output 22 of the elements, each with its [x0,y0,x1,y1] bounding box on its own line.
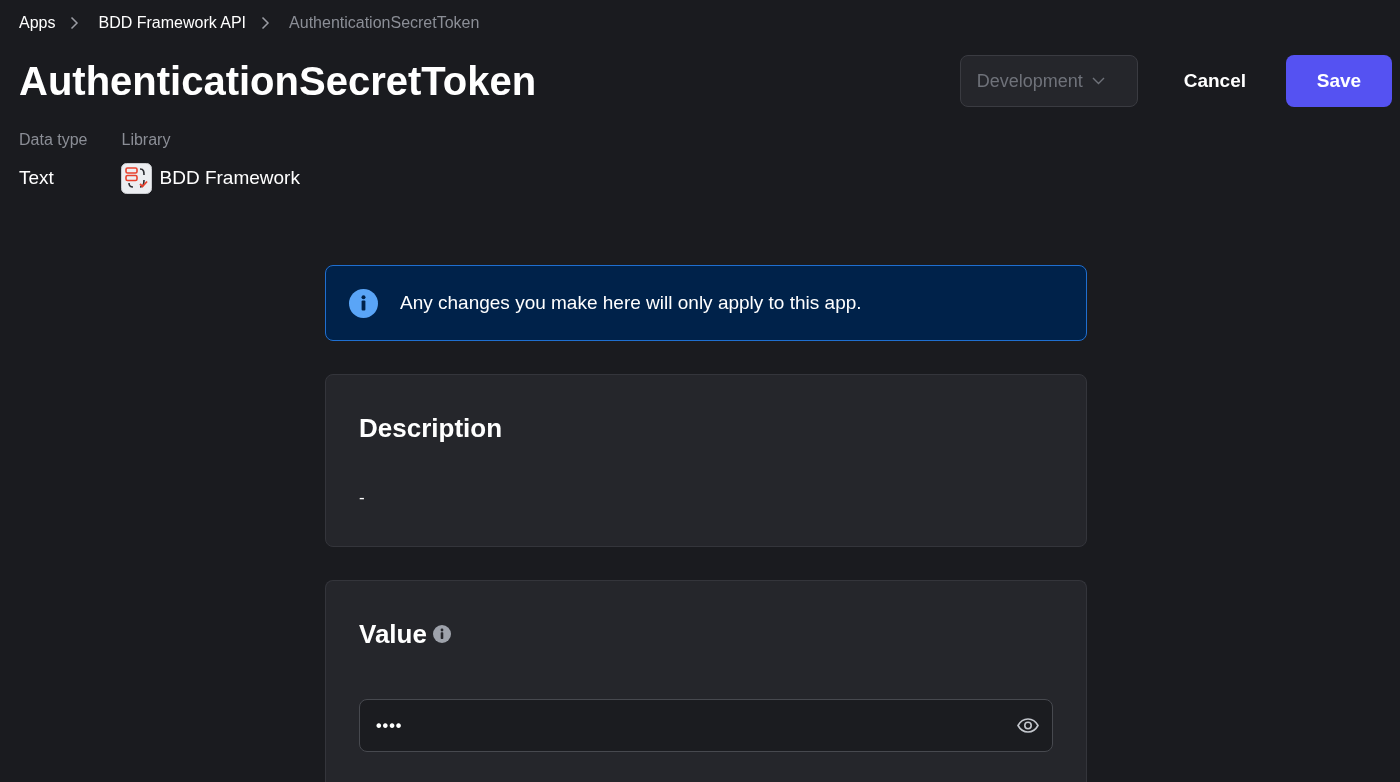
meta-label: Data type [19,130,88,150]
section-heading: Value [359,618,427,651]
password-field[interactable]: •••• [359,699,1053,752]
caret-icon [1091,77,1105,85]
description-text: - [359,487,365,509]
info-icon [349,288,378,318]
breadcrumb-link[interactable]: BDD Framework API [98,11,247,35]
library-icon [121,162,153,194]
eye-icon[interactable] [1017,718,1039,733]
info-message: Any changes you make here will only apply to this app. [400,290,862,315]
chevron-right-icon [70,16,80,30]
cancel-button[interactable]: Cancel [1163,55,1266,107]
breadcrumb-current[interactable]: AuthenticationSecretToken [289,11,480,35]
page-title: AuthenticationSecretToken [19,58,537,105]
save-button[interactable]: Save [1286,55,1392,107]
section-heading: Description [359,412,503,445]
chevron-right-icon [261,16,271,30]
meta-value: BDD Framework [159,166,300,190]
meta-value: Text [19,166,54,190]
meta-label: Library [121,130,172,150]
breadcrumb-link[interactable]: Apps [19,11,56,35]
info-icon [432,625,451,643]
